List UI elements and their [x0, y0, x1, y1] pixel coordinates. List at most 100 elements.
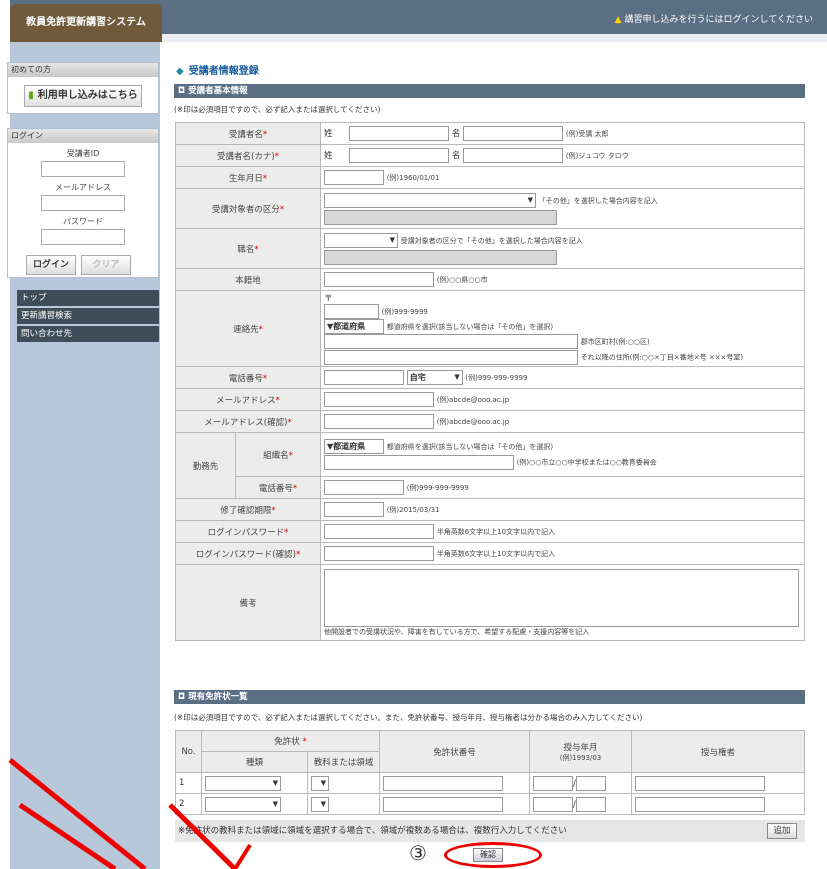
month-input[interactable]	[575, 796, 606, 812]
birthdate-input[interactable]	[324, 170, 384, 185]
password-confirm-hint: 半角英数6文字以上10文字以内で記入	[436, 550, 556, 558]
category-label: 受講対象者の区分*	[175, 188, 321, 229]
city-input[interactable]	[324, 334, 578, 349]
license-number-input[interactable]	[383, 775, 503, 791]
birth-label: 生年月日*	[175, 166, 321, 189]
category-hint: 「その他」を選択した場合内容を記入	[538, 196, 658, 205]
category-other-input[interactable]	[324, 209, 557, 225]
nav-item-contact[interactable]: 問い合わせ先	[17, 326, 159, 342]
col-subject: 教科または領域	[307, 751, 380, 773]
email-cell: (例)abcde@ooo.ac.jp	[320, 388, 805, 411]
mei-label: 名	[451, 129, 461, 139]
password-confirm-label-text: ログインパスワード(確認)	[195, 549, 296, 560]
category-label-text: 受講対象者の区分	[211, 204, 280, 215]
work-phone-input[interactable]	[324, 480, 404, 495]
phone-type-value: 自宅	[409, 373, 426, 382]
year-input[interactable]	[533, 775, 573, 791]
last-name-input[interactable]	[349, 126, 450, 141]
type-select[interactable]: ▼	[205, 796, 281, 812]
birth-label-text: 生年月日	[228, 173, 263, 184]
work-pref-select[interactable]: ▼都道府県	[324, 439, 384, 454]
grantor-input[interactable]	[635, 775, 765, 791]
year-input[interactable]	[533, 796, 573, 812]
type-cell: ▼	[201, 772, 308, 794]
first-name-input[interactable]	[463, 126, 564, 141]
subject-select[interactable]: ▼	[311, 775, 329, 791]
workplace-label: 勤務先	[175, 432, 236, 499]
password-label-cell: ログインパスワード*	[175, 520, 321, 543]
login-email-input[interactable]	[41, 195, 125, 211]
last-name-kana-input[interactable]	[349, 148, 450, 163]
required-mark: *	[271, 505, 276, 516]
name-example: (例)受講 太郎	[565, 130, 609, 138]
deadline-input[interactable]	[324, 502, 384, 517]
email-confirm-label: メールアドレス(確認)*	[175, 410, 321, 433]
phone-input[interactable]	[324, 370, 404, 385]
user-id-input[interactable]	[41, 161, 125, 177]
date-cell: /	[529, 793, 632, 815]
chevron-down-icon: ▼	[389, 235, 395, 244]
login-password-input[interactable]	[41, 229, 125, 245]
warning-icon: ▲	[614, 15, 622, 25]
col-type: 種類	[201, 751, 308, 773]
password-input[interactable]	[324, 524, 434, 539]
subject-select[interactable]: ▼	[311, 796, 329, 812]
kana-sei-label: 姓	[324, 151, 333, 161]
category-select[interactable]: ▼	[324, 192, 536, 208]
work-phone-label: 電話番号*	[235, 476, 321, 499]
col-license-text: 免許状	[274, 737, 300, 747]
contact-pref-select[interactable]: ▼都道府県	[324, 319, 384, 334]
login-box: ログイン 受講者ID メールアドレス パスワード ログイン クリア	[7, 128, 159, 278]
grantor-cell	[631, 772, 805, 794]
required-mark: *	[295, 549, 301, 560]
clear-button[interactable]: クリア	[81, 255, 131, 275]
chevron-down-icon: ▼	[320, 799, 326, 808]
add-row-note-text: ※免許状の教科または領域に領域を選択する場合で、領域が複数ある場合は、複数行入力…	[178, 826, 567, 836]
deadline-example: (例)2015/03/31	[386, 506, 440, 514]
email-confirm-label-text: メールアドレス(確認)	[204, 417, 288, 428]
grantor-cell	[631, 793, 805, 815]
kana-label-text: 受講者名(カナ)	[217, 151, 275, 162]
user-id-label: 受講者ID	[66, 149, 100, 158]
first-name-kana-input[interactable]	[463, 148, 564, 163]
col-grantor: 授与権者	[631, 730, 805, 773]
contact-cell: 〒 (例)999-9999 ▼都道府県 都道府県を選択(該当しない場合は「その他…	[320, 290, 805, 367]
side-nav: トップ 更新講習検索 問い合わせ先	[17, 290, 159, 344]
type-cell: ▼	[201, 793, 308, 815]
required-mark: *	[274, 151, 279, 162]
phone-type-select[interactable]: 自宅 ▼	[406, 370, 463, 385]
required-note: (※印は必須項目ですので、必ず記入または選択してください)	[174, 105, 381, 114]
job-select[interactable]: ▼	[324, 232, 398, 248]
password-label: パスワード	[63, 217, 103, 226]
password-confirm-input[interactable]	[324, 546, 434, 561]
register-button[interactable]: ▮ 利用申し込みはこちら	[24, 85, 142, 107]
add-row-button[interactable]: 追加	[767, 823, 797, 839]
login-notice-text: 講習申し込みを行うにはログインしてください	[624, 15, 813, 25]
deadline-label-text: 修了確認期限	[220, 505, 272, 516]
deadline-cell: (例)2015/03/31	[320, 498, 805, 521]
nav-item-top[interactable]: トップ	[17, 290, 159, 306]
job-other-input[interactable]	[324, 249, 557, 265]
col-number: 免許状番号	[379, 730, 530, 773]
grantor-input[interactable]	[635, 796, 765, 812]
diamond-icon: ◆	[176, 66, 184, 77]
org-input[interactable]	[324, 455, 514, 470]
honseki-label: 本籍地	[175, 268, 321, 291]
remarks-textarea[interactable]	[324, 568, 799, 627]
month-input[interactable]	[575, 775, 606, 791]
row-number: 1	[175, 772, 202, 794]
nav-item-search[interactable]: 更新講習検索	[17, 308, 159, 324]
required-mark: *	[284, 527, 289, 538]
email-input[interactable]	[324, 392, 434, 407]
honseki-input[interactable]	[324, 272, 434, 287]
type-select[interactable]: ▼	[205, 775, 281, 791]
org-label: 組織名*	[235, 432, 321, 477]
license-number-input[interactable]	[383, 796, 503, 812]
zip-input[interactable]	[324, 304, 379, 319]
deadline-label: 修了確認期限*	[175, 498, 321, 521]
login-button[interactable]: ログイン	[26, 255, 76, 275]
address-input[interactable]	[324, 350, 578, 365]
email-confirm-input[interactable]	[324, 414, 434, 429]
subject-cell: ▼	[307, 793, 380, 815]
required-mark: *	[275, 395, 280, 406]
